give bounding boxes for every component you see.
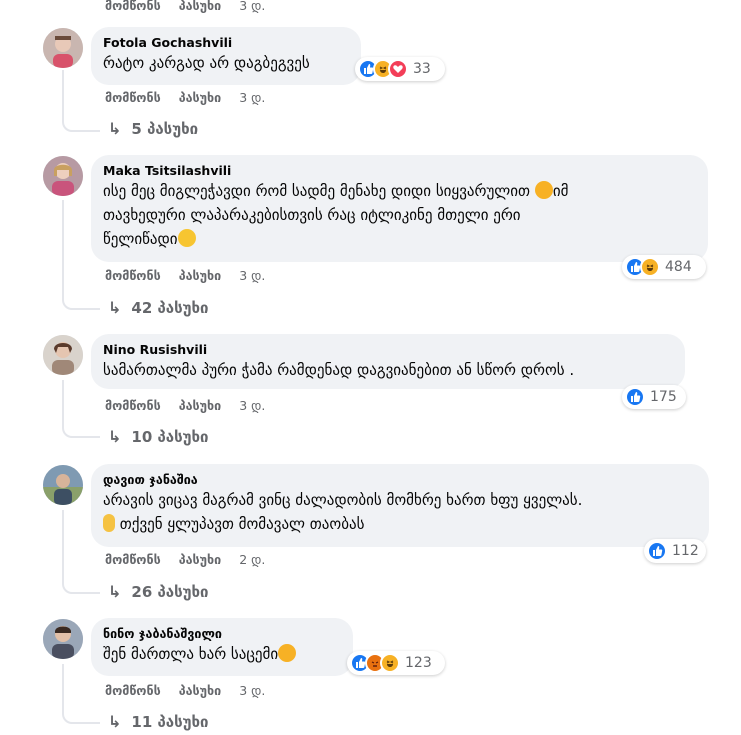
like-action[interactable]: მომწონს xyxy=(105,0,161,13)
reaction-count: 123 xyxy=(405,655,432,671)
view-replies-button[interactable]: ↳ 5 პასუხი xyxy=(108,119,198,138)
comment-text-line: თავხედური ლაპარაკებისთვის რაც იტლიკინე მ… xyxy=(103,206,521,224)
reaction-summary[interactable]: 112 xyxy=(644,539,706,563)
reply-connector xyxy=(62,576,100,594)
comment-bubble: ნინო ჯაბანაშვილი შენ მართლა ხარ საცემი xyxy=(91,618,353,676)
comment-time[interactable]: 3 დ. xyxy=(239,90,265,105)
like-action[interactable]: მომწონს xyxy=(105,552,161,567)
reaction-count: 175 xyxy=(650,389,677,405)
replies-count: 42 პასუხი xyxy=(131,298,209,317)
comment-text: სამართალმა პური ჭამა რამდენად დაგვიანები… xyxy=(103,361,575,379)
avatar[interactable] xyxy=(43,335,83,375)
avatar[interactable] xyxy=(43,156,83,196)
comment-actions: მომწონს პასუხი 2 დ. xyxy=(105,552,265,567)
view-replies-button[interactable]: ↳ 42 პასუხი xyxy=(108,298,209,317)
comment-time[interactable]: 3 დ. xyxy=(239,0,265,13)
love-reaction-icon xyxy=(388,59,408,79)
like-reaction-icon xyxy=(647,541,667,561)
view-replies-button[interactable]: ↳ 11 პასუხი xyxy=(108,712,209,731)
pointing-finger-icon xyxy=(103,514,115,532)
comment-time[interactable]: 3 დ. xyxy=(239,268,265,283)
comment-actions: მომწონს პასუხი 3 დ. xyxy=(105,0,265,13)
comment-bubble: Nino Rusishvili სამართალმა პური ჭამა რამ… xyxy=(91,334,685,389)
thread-line xyxy=(62,510,64,576)
reply-action[interactable]: პასუხი xyxy=(179,0,222,13)
comment-time[interactable]: 2 დ. xyxy=(239,552,265,567)
like-action[interactable]: მომწონს xyxy=(105,90,161,105)
comment-author[interactable]: Fotola Gochashvili xyxy=(103,35,349,51)
replies-count: 5 პასუხი xyxy=(131,119,199,138)
reaction-count: 112 xyxy=(672,543,699,559)
reply-action[interactable]: პასუხი xyxy=(179,683,222,698)
comment-actions: მომწონს პასუხი 3 დ. xyxy=(105,398,265,413)
like-action[interactable]: მომწონს xyxy=(105,398,161,413)
comment-text-line: წელიწადი xyxy=(103,230,178,248)
comment-text: შენ მართლა ხარ საცემი xyxy=(103,642,341,666)
haha-reaction-icon xyxy=(380,653,400,673)
reply-arrow-icon: ↳ xyxy=(108,427,122,446)
comment-time[interactable]: 3 დ. xyxy=(239,683,265,698)
comment-bubble: Maka Tsitsilashvili ისე მეც მიგლეჭავდი რ… xyxy=(91,155,708,262)
comment-bubble: Fotola Gochashvili რატო კარგად არ დაგბეგ… xyxy=(91,27,361,85)
reaction-summary[interactable]: 484 xyxy=(622,255,706,279)
reply-connector xyxy=(62,114,100,132)
reaction-summary[interactable]: 123 xyxy=(347,651,445,675)
reaction-summary[interactable]: 175 xyxy=(622,385,686,409)
avatar[interactable] xyxy=(43,28,83,68)
grinning-face-icon xyxy=(177,229,196,247)
like-action[interactable]: მომწონს xyxy=(105,683,161,698)
view-replies-button[interactable]: ↳ 26 პასუხი xyxy=(108,582,209,601)
comment-author[interactable]: Nino Rusishvili xyxy=(103,342,673,358)
thread-line xyxy=(62,664,64,706)
replies-count: 11 პასუხი xyxy=(131,712,209,731)
thread-line xyxy=(62,70,64,114)
reply-arrow-icon: ↳ xyxy=(108,298,122,317)
comment-author[interactable]: Maka Tsitsilashvili xyxy=(103,163,696,179)
reply-action[interactable]: პასუხი xyxy=(179,90,222,105)
view-replies-button[interactable]: ↳ 10 პასუხი xyxy=(108,427,209,446)
comment-actions: მომწონს პასუხი 3 დ. xyxy=(105,268,265,283)
comment-text: ისე მეც მიგლეჭავდი რომ სადმე მენახე დიდი… xyxy=(103,179,696,251)
reply-connector xyxy=(62,420,100,438)
reply-arrow-icon: ↳ xyxy=(108,119,122,138)
reaction-count: 484 xyxy=(665,259,692,275)
comment-text-line: თქვენ ყლუპავთ მომავალ თაობას xyxy=(119,515,365,533)
comment-time[interactable]: 3 დ. xyxy=(239,398,265,413)
replies-count: 26 პასუხი xyxy=(131,582,209,601)
reply-arrow-icon: ↳ xyxy=(108,582,122,601)
like-action[interactable]: მომწონს xyxy=(105,268,161,283)
reaction-count: 33 xyxy=(413,61,431,77)
comment-author[interactable]: ნინო ჯაბანაშვილი xyxy=(103,626,341,642)
comment-text-line: იმ xyxy=(552,182,569,200)
avatar[interactable] xyxy=(43,465,83,505)
comment-actions: მომწონს პასუხი 3 დ. xyxy=(105,683,265,698)
replies-count: 10 პასუხი xyxy=(131,427,209,446)
reaction-summary[interactable]: 33 xyxy=(355,57,445,81)
comment-text-line: შენ მართლა ხარ საცემი xyxy=(103,645,279,663)
comment-author[interactable]: დავით ჯანაშია xyxy=(103,472,697,488)
thread-line xyxy=(62,200,64,292)
reply-connector xyxy=(62,706,100,724)
heart-eyes-face-icon xyxy=(278,644,297,662)
reply-connector xyxy=(62,292,100,310)
comment-actions: მომწონს პასუხი 3 დ. xyxy=(105,90,265,105)
smiling-face-with-hearts-icon xyxy=(534,181,553,199)
reply-arrow-icon: ↳ xyxy=(108,712,122,731)
comment-text-line: ისე მეც მიგლეჭავდი რომ სადმე მენახე დიდი… xyxy=(103,182,531,200)
comment-text-line: არავის ვიცავ მაგრამ ვინც ძალადობის მომხრ… xyxy=(103,491,583,509)
comment-text: რატო კარგად არ დაგბეგვეს xyxy=(103,54,310,72)
reply-action[interactable]: პასუხი xyxy=(179,552,222,567)
thread-line xyxy=(62,380,64,420)
haha-reaction-icon xyxy=(640,257,660,277)
comment-bubble: დავით ჯანაშია არავის ვიცავ მაგრამ ვინც ძ… xyxy=(91,464,709,547)
like-reaction-icon xyxy=(625,387,645,407)
reply-action[interactable]: პასუხი xyxy=(179,398,222,413)
avatar[interactable] xyxy=(43,619,83,659)
reply-action[interactable]: პასუხი xyxy=(179,268,222,283)
comment-text: არავის ვიცავ მაგრამ ვინც ძალადობის მომხრ… xyxy=(103,488,697,536)
